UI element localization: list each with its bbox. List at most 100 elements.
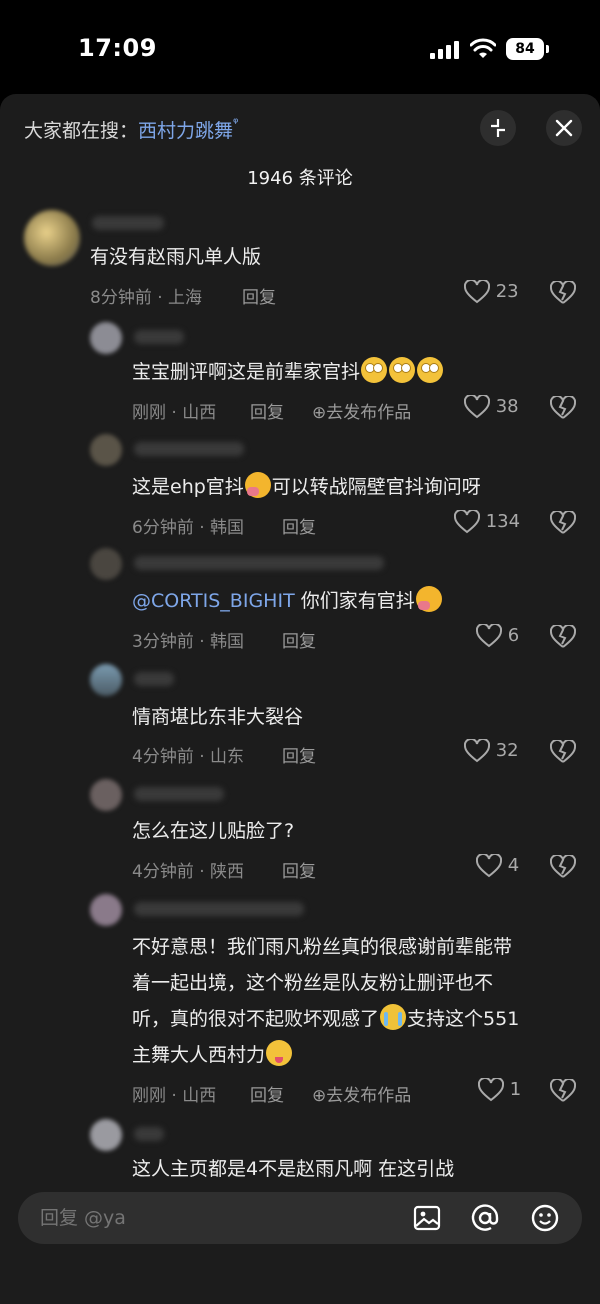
search-suggestion[interactable]: 大家都在搜：西村力跳舞ᵠ xyxy=(24,116,238,143)
like-button[interactable]: 38 xyxy=(463,393,519,419)
reply-button[interactable]: 回复 xyxy=(250,1081,284,1106)
emoji-icon[interactable] xyxy=(530,1203,560,1233)
like-button[interactable]: 23 xyxy=(463,278,519,304)
reply-button[interactable]: 回复 xyxy=(282,857,316,882)
comment-text: 情商堪比东非大裂谷 xyxy=(132,706,304,728)
eye-roll-emoji xyxy=(417,357,444,383)
broken-heart-icon xyxy=(549,279,577,304)
at-icon[interactable] xyxy=(470,1203,500,1233)
reply-button[interactable]: 回复 xyxy=(282,513,316,538)
username[interactable] xyxy=(134,442,244,456)
broken-heart-icon xyxy=(549,509,577,534)
username[interactable] xyxy=(134,902,304,916)
avatar[interactable] xyxy=(24,210,80,266)
dislike-button[interactable] xyxy=(549,509,577,535)
avatar[interactable] xyxy=(90,779,122,811)
heart-icon xyxy=(463,278,491,304)
close-icon xyxy=(555,119,573,137)
like-button[interactable]: 1 xyxy=(477,1076,522,1102)
comment-text-line-4: 主舞大人西村力 xyxy=(132,1038,293,1072)
username[interactable] xyxy=(134,672,174,686)
comment-sheet: 大家都在搜：西村力跳舞ᵠ 1946 条评论 有没有赵雨凡单人版 8分钟前 · 上… xyxy=(0,94,600,1304)
collapse-icon xyxy=(491,119,505,137)
hug-emoji xyxy=(415,586,442,612)
username[interactable] xyxy=(92,216,164,230)
image-icon[interactable] xyxy=(412,1203,442,1233)
eye-roll-emoji xyxy=(361,357,388,383)
avatar[interactable] xyxy=(90,322,122,354)
dislike-button[interactable] xyxy=(549,1077,577,1103)
comment-text-3a: 听，真的很对不起败坏观感了 xyxy=(132,1008,380,1030)
comment-text-3b: 支持这个551 xyxy=(407,1008,520,1030)
battery-icon: 84 xyxy=(506,38,544,60)
avatar[interactable] xyxy=(90,434,122,466)
dislike-button[interactable] xyxy=(549,394,577,420)
collapse-button[interactable] xyxy=(480,110,516,146)
publish-work-link[interactable]: ⊕去发布作品 xyxy=(312,1081,411,1106)
username[interactable] xyxy=(134,787,224,801)
comment-text-b: 可以转战隔壁官抖询问呀 xyxy=(271,476,481,498)
comment-time-location: 6分钟前 · 韩国 xyxy=(132,518,245,538)
reply-button[interactable]: 回复 xyxy=(242,283,276,308)
like-count: 6 xyxy=(507,625,520,646)
close-button[interactable] xyxy=(546,110,582,146)
like-button[interactable]: 6 xyxy=(475,622,520,648)
search-keyword[interactable]: 西村力跳舞 xyxy=(138,120,233,142)
reply-button[interactable]: 回复 xyxy=(282,627,316,652)
comment-text-line-3: 听，真的很对不起败坏观感了 支持这个551 xyxy=(132,1002,519,1036)
comment-time-location: 8分钟前 · 上海 xyxy=(90,288,203,308)
heart-icon xyxy=(475,852,503,878)
username[interactable] xyxy=(134,556,384,570)
like-button[interactable]: 134 xyxy=(453,508,520,534)
avatar[interactable] xyxy=(90,894,122,926)
comment-count: 1946 条评论 xyxy=(247,168,353,189)
comment-text: 宝宝删评啊这是前辈家官抖 xyxy=(132,355,444,389)
status-bar: 17:09 84 xyxy=(0,0,600,94)
mention-link[interactable]: @CORTIS_BIGHIT xyxy=(132,590,295,612)
heart-icon xyxy=(463,737,491,763)
reply-button[interactable]: 回复 xyxy=(282,742,316,767)
publish-work-link[interactable]: ⊕去发布作品 xyxy=(312,398,411,423)
like-button[interactable]: 32 xyxy=(463,737,519,763)
dislike-button[interactable] xyxy=(549,623,577,649)
comment-text-line-2: 着一起出境，这个粉丝是队友粉让删评也不 xyxy=(132,972,494,994)
reply-button[interactable]: 回复 xyxy=(250,398,284,423)
heart-icon xyxy=(477,1076,505,1102)
broken-heart-icon xyxy=(549,853,577,878)
comment-time-location: 刚刚 · 山西 xyxy=(132,1086,217,1106)
status-time: 17:09 xyxy=(78,34,157,62)
dislike-button[interactable] xyxy=(549,853,577,879)
comment-text-body: 宝宝删评啊这是前辈家官抖 xyxy=(132,361,361,383)
like-count: 1 xyxy=(509,1079,522,1100)
comment-text-body: 你们家有官抖 xyxy=(294,590,415,612)
username[interactable] xyxy=(134,330,184,344)
comment-text: 有没有赵雨凡单人版 xyxy=(90,246,262,268)
dislike-button[interactable] xyxy=(549,738,577,764)
search-icon: ᵠ xyxy=(233,116,239,131)
comment-time-location: 刚刚 · 山西 xyxy=(132,403,217,423)
broken-heart-icon xyxy=(549,1077,577,1102)
avatar[interactable] xyxy=(90,548,122,580)
avatar[interactable] xyxy=(90,1119,122,1151)
comment-text-4: 主舞大人西村力 xyxy=(132,1044,266,1066)
comment-text: 这人主页都是4不是赵雨凡啊 在这引战 xyxy=(132,1158,455,1180)
like-count: 38 xyxy=(495,396,519,417)
yum-emoji xyxy=(266,1040,293,1066)
username[interactable] xyxy=(134,1127,164,1141)
hug-emoji xyxy=(244,472,271,498)
heart-icon xyxy=(463,393,491,419)
comment-time-location: 4分钟前 · 山东 xyxy=(132,747,245,767)
heart-icon xyxy=(475,622,503,648)
eye-roll-emoji xyxy=(389,357,416,383)
comment-time-location: 3分钟前 · 韩国 xyxy=(132,632,245,652)
like-button[interactable]: 4 xyxy=(475,852,520,878)
broken-heart-icon xyxy=(549,394,577,419)
comment-time-location: 4分钟前 · 陕西 xyxy=(132,862,245,882)
broken-heart-icon xyxy=(549,623,577,648)
crying-emoji xyxy=(380,1004,407,1030)
like-count: 4 xyxy=(507,855,520,876)
reply-input[interactable] xyxy=(38,1206,382,1230)
dislike-button[interactable] xyxy=(549,279,577,305)
avatar[interactable] xyxy=(90,664,122,696)
signal-icon xyxy=(430,41,460,59)
